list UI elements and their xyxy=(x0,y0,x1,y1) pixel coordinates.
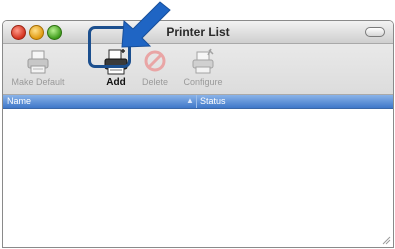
blue-arrow-icon xyxy=(121,1,171,48)
